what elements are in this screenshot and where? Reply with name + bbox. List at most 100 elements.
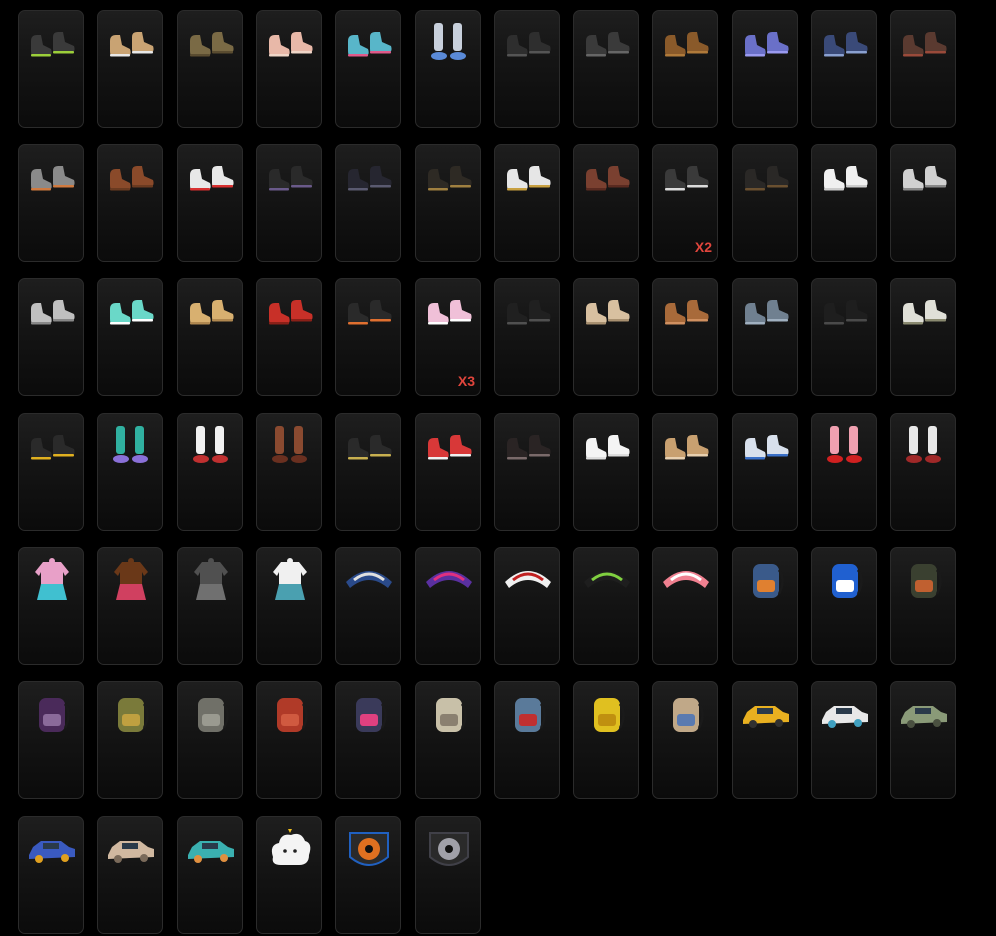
inventory-item-tile[interactable] — [732, 278, 798, 396]
inventory-item-tile[interactable] — [177, 816, 243, 934]
white-socks-red-shoes-icon — [897, 424, 951, 470]
inventory-item-tile[interactable] — [732, 547, 798, 665]
inventory-item-tile[interactable] — [890, 681, 956, 799]
inventory-item-tile[interactable] — [97, 144, 163, 262]
inventory-item-tile[interactable] — [494, 10, 560, 128]
inventory-item-tile[interactable] — [335, 413, 401, 531]
inventory-item-tile[interactable] — [97, 681, 163, 799]
inventory-item-tile[interactable] — [811, 413, 877, 531]
inventory-item-tile[interactable] — [732, 413, 798, 531]
inventory-item-tile[interactable] — [335, 278, 401, 396]
inventory-item-tile[interactable] — [97, 278, 163, 396]
inventory-item-tile[interactable] — [415, 144, 481, 262]
black-white-sneakers-icon — [659, 155, 713, 201]
striped-sack-backpack-icon — [659, 692, 713, 738]
inventory-item-tile[interactable] — [18, 413, 84, 531]
red-brown-boots-icon — [897, 21, 951, 67]
inventory-item-tile[interactable] — [177, 144, 243, 262]
brown-combat-boots-icon — [184, 21, 238, 67]
gray-orange-sneakers-icon — [25, 155, 79, 201]
inventory-item-tile[interactable] — [256, 816, 322, 934]
inventory-item-tile[interactable] — [890, 413, 956, 531]
inventory-item-tile[interactable] — [890, 144, 956, 262]
inventory-item-tile[interactable] — [494, 413, 560, 531]
graffiti-backpack-icon — [342, 692, 396, 738]
blue-slippers-icon — [342, 21, 396, 67]
inventory-item-tile[interactable] — [811, 681, 877, 799]
inventory-item-tile[interactable] — [652, 547, 718, 665]
inventory-item-tile[interactable] — [652, 10, 718, 128]
inventory-item-tile[interactable] — [256, 681, 322, 799]
inventory-item-tile[interactable] — [335, 816, 401, 934]
inventory-item-tile[interactable] — [18, 278, 84, 396]
inventory-item-tile[interactable] — [256, 547, 322, 665]
inventory-item-tile[interactable] — [18, 681, 84, 799]
inventory-item-tile[interactable] — [573, 278, 639, 396]
inventory-item-tile[interactable] — [573, 681, 639, 799]
black-shoes-icon — [342, 155, 396, 201]
inventory-item-tile[interactable] — [494, 144, 560, 262]
inventory-item-tile[interactable] — [415, 413, 481, 531]
inventory-item-tile[interactable] — [811, 10, 877, 128]
brown-stockings-icon — [263, 424, 317, 470]
inventory-item-tile[interactable] — [494, 278, 560, 396]
inventory-item-tile[interactable] — [415, 10, 481, 128]
inventory-item-tile[interactable] — [177, 681, 243, 799]
inventory-item-tile[interactable] — [18, 816, 84, 934]
inventory-item-tile[interactable] — [256, 10, 322, 128]
inventory-item-tile[interactable] — [573, 144, 639, 262]
inventory-item-tile[interactable] — [573, 547, 639, 665]
black-loafers-icon — [501, 21, 555, 67]
inventory-item-tile[interactable] — [18, 10, 84, 128]
inventory-item-tile[interactable] — [811, 278, 877, 396]
inventory-item-tile[interactable] — [256, 413, 322, 531]
inventory-item-tile[interactable] — [890, 10, 956, 128]
inventory-item-tile[interactable] — [256, 278, 322, 396]
white-bus-icon — [818, 692, 872, 738]
inventory-item-tile[interactable] — [335, 144, 401, 262]
inventory-item-tile[interactable] — [335, 547, 401, 665]
brown-tall-boots-icon — [104, 155, 158, 201]
inventory-item-tile[interactable] — [573, 10, 639, 128]
inventory-item-tile[interactable] — [97, 547, 163, 665]
inventory-item-tile[interactable]: X3 — [415, 278, 481, 396]
black-lace-boots-icon — [501, 424, 555, 470]
inventory-item-tile[interactable] — [494, 547, 560, 665]
inventory-item-tile[interactable] — [177, 413, 243, 531]
inventory-item-tile[interactable] — [890, 278, 956, 396]
inventory-item-tile[interactable] — [890, 547, 956, 665]
inventory-item-tile[interactable] — [177, 10, 243, 128]
inventory-item-tile[interactable] — [415, 681, 481, 799]
navy-sneakers-icon — [818, 21, 872, 67]
inventory-item-tile[interactable] — [732, 144, 798, 262]
inventory-item-tile[interactable] — [335, 10, 401, 128]
inventory-item-tile[interactable] — [732, 10, 798, 128]
flaming-wheel-emblem-icon — [342, 827, 396, 873]
inventory-item-tile[interactable] — [256, 144, 322, 262]
shark-backpack-icon — [501, 692, 555, 738]
inventory-item-tile[interactable] — [415, 816, 481, 934]
inventory-item-tile[interactable] — [177, 278, 243, 396]
inventory-item-tile[interactable] — [652, 278, 718, 396]
inventory-item-tile[interactable] — [652, 413, 718, 531]
black-yellow-boots-icon — [25, 424, 79, 470]
inventory-item-tile[interactable] — [732, 681, 798, 799]
inventory-item-tile[interactable] — [652, 681, 718, 799]
inventory-item-tile[interactable] — [573, 413, 639, 531]
black-ankle-boots-icon — [263, 155, 317, 201]
inventory-item-tile[interactable] — [335, 681, 401, 799]
inventory-item-tile[interactable] — [18, 547, 84, 665]
inventory-item-tile[interactable]: X2 — [652, 144, 718, 262]
inventory-item-tile[interactable] — [97, 10, 163, 128]
item-count-badge: X3 — [457, 373, 475, 389]
inventory-item-tile[interactable] — [177, 547, 243, 665]
inventory-item-tile[interactable] — [97, 816, 163, 934]
inventory-item-tile[interactable] — [97, 413, 163, 531]
brown-moccasins-icon — [659, 289, 713, 335]
inventory-item-tile[interactable] — [494, 681, 560, 799]
inventory-item-tile[interactable] — [811, 144, 877, 262]
inventory-item-tile[interactable] — [811, 547, 877, 665]
inventory-item-tile[interactable] — [18, 144, 84, 262]
inventory-item-tile[interactable] — [415, 547, 481, 665]
pink-sandals-icon — [263, 21, 317, 67]
